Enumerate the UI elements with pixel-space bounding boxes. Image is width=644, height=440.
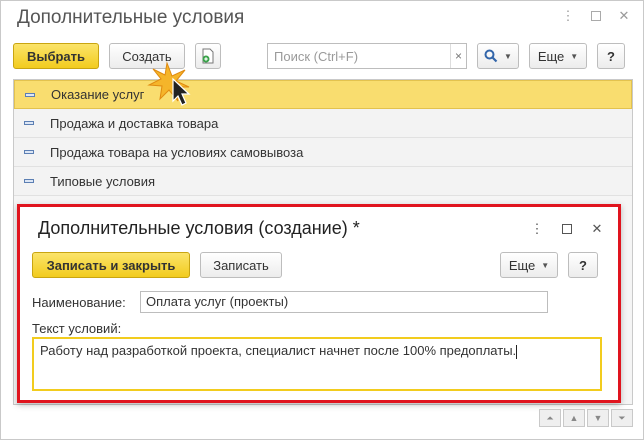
item-marker-icon — [24, 150, 34, 154]
close-icon[interactable]: ✕ — [590, 221, 604, 236]
maximize-icon[interactable] — [560, 222, 574, 236]
chevron-down-icon: ▼ — [504, 51, 512, 61]
create-dialog: Дополнительные условия (создание) * ⋮ ✕ … — [17, 204, 621, 403]
item-marker-icon — [24, 179, 34, 183]
list-item[interactable]: Типовые условия — [14, 167, 632, 196]
search-options-button[interactable]: ▼ — [477, 43, 519, 69]
clear-search-icon[interactable]: × — [450, 44, 466, 68]
select-button[interactable]: Выбрать — [13, 43, 99, 69]
more-button-label: Еще — [537, 48, 565, 64]
chevron-down-icon: ▼ — [570, 51, 579, 61]
search-box: × — [267, 43, 467, 69]
list-item[interactable]: Продажа товара на условиях самовывоза — [14, 138, 632, 167]
list-item-label: Продажа товара на условиях самовывоза — [50, 144, 304, 160]
terms-text: Работу над разработкой проекта, специали… — [40, 343, 517, 358]
item-marker-icon — [25, 92, 35, 97]
list-item-label: Оказание услуг — [51, 87, 145, 102]
maximize-icon[interactable] — [589, 9, 603, 23]
click-highlight-icon — [147, 61, 191, 106]
dialog-more-label: Еще — [508, 257, 536, 273]
more-options-icon[interactable]: ⋮ — [530, 221, 544, 236]
window-controls: ⋮ ✕ — [561, 8, 631, 23]
text-cursor — [516, 344, 518, 359]
move-down-icon[interactable]: ▼ — [587, 409, 609, 427]
list-item-label: Типовые условия — [50, 173, 156, 189]
move-first-icon[interactable]: ⏶ — [539, 409, 561, 427]
list-navigation: ⏶ ▲ ▼ ⏷ — [539, 409, 633, 427]
chevron-down-icon: ▼ — [541, 260, 550, 270]
more-button[interactable]: Еще ▼ — [529, 43, 587, 69]
write-and-close-button[interactable]: Записать и закрыть — [32, 252, 190, 278]
window-title: Дополнительные условия — [17, 7, 245, 28]
list-item-label: Продажа и доставка товара — [50, 115, 219, 131]
dialog-controls: ⋮ ✕ — [530, 221, 604, 236]
dialog-title: Дополнительные условия (создание) * — [38, 218, 360, 238]
dialog-help-button[interactable]: ? — [568, 252, 598, 278]
more-options-icon[interactable]: ⋮ — [561, 8, 575, 23]
search-input[interactable] — [268, 44, 450, 68]
search-icon — [484, 49, 498, 63]
list-item[interactable]: Продажа и доставка товара — [14, 109, 632, 138]
item-marker-icon — [24, 121, 34, 125]
dialog-more-button[interactable]: Еще ▼ — [500, 252, 558, 278]
list-item[interactable]: Оказание услуг — [14, 80, 632, 109]
name-field[interactable]: Оплата услуг (проекты) — [140, 291, 548, 313]
name-label: Наименование: — [32, 295, 126, 310]
terms-label: Текст условий: — [32, 321, 122, 336]
move-last-icon[interactable]: ⏷ — [611, 409, 633, 427]
main-window: Дополнительные условия ⋮ ✕ Выбрать Созда… — [0, 0, 644, 440]
help-button[interactable]: ? — [597, 43, 625, 69]
move-up-icon[interactable]: ▲ — [563, 409, 585, 427]
terms-textarea[interactable]: Работу над разработкой проекта, специали… — [32, 337, 602, 391]
write-button[interactable]: Записать — [200, 252, 282, 278]
close-icon[interactable]: ✕ — [617, 8, 631, 23]
